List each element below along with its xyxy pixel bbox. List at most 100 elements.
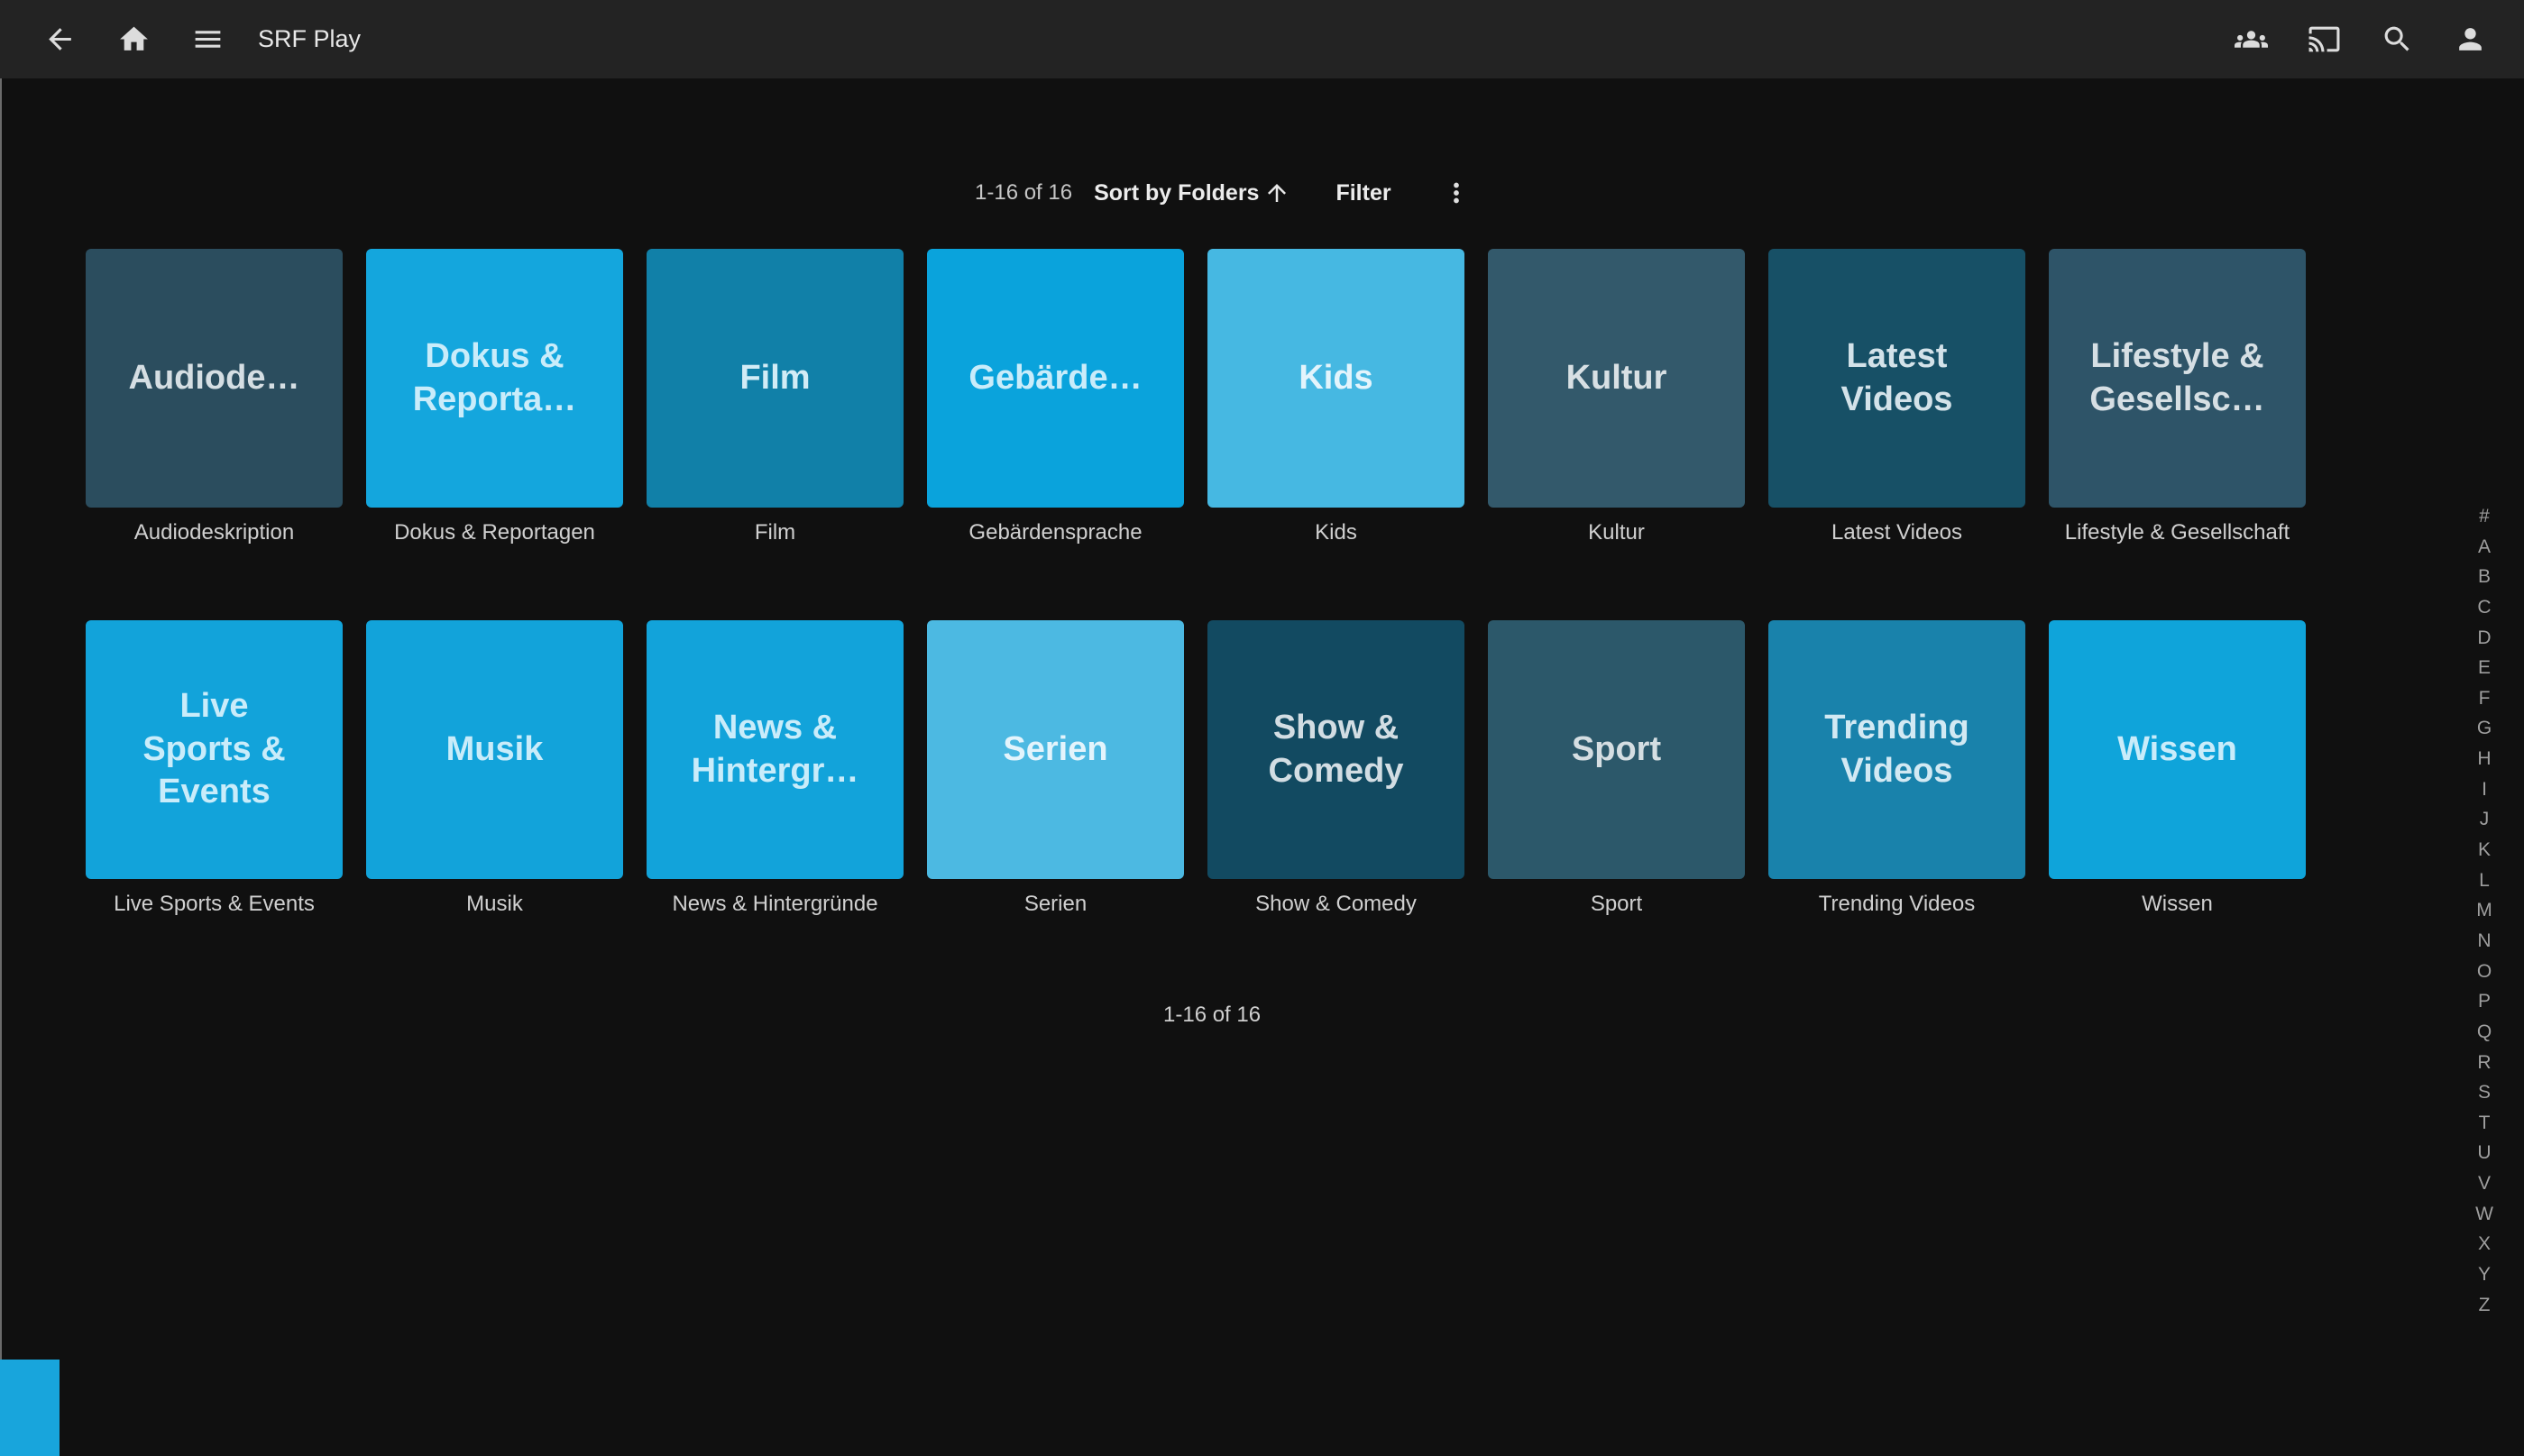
alphabet-letter[interactable]: J [2480,810,2490,829]
user-button[interactable] [2450,20,2490,60]
library-folder-cell: Lifestyle & Gesellsc… Lifestyle & Gesell… [2049,249,2306,547]
alphabet-letter[interactable]: Q [2477,1022,2492,1041]
hamburger-menu-icon [191,23,225,56]
alphabet-letter[interactable]: T [2479,1113,2491,1132]
header-right-group [2231,20,2490,60]
home-icon [117,23,151,56]
cast-button[interactable] [2304,20,2344,60]
folder-tile[interactable]: Audiode… [86,249,343,508]
search-button[interactable] [2377,20,2417,60]
folder-caption: Film [647,520,904,547]
groups-people-icon [2235,23,2268,56]
library-folder-cell: News & Hintergr… News & Hintergründe [647,620,904,919]
alphabet-letter[interactable]: Y [2478,1265,2491,1284]
library-controls-bar: 1-16 of 16 Sort by Folders Filter [975,168,1476,218]
folder-tile-label: Gebärde… [959,357,1151,400]
sort-button[interactable]: Sort by Folders [1094,179,1290,206]
sort-ascending-arrow-icon [1263,179,1290,206]
app-header: SRF Play [0,0,2524,78]
back-arrow-icon [43,23,77,56]
library-folder-cell: Dokus & Reporta… Dokus & Reportagen [366,249,623,547]
footer-paging-count: 1-16 of 16 [1163,1003,1261,1028]
folder-tile[interactable]: Gebärde… [927,249,1184,508]
folder-tile[interactable]: Serien [927,620,1184,879]
header-left-group: SRF Play [40,20,361,60]
alphabet-letter[interactable]: H [2477,749,2491,768]
window-edge-line [0,0,2,1456]
alphabet-letter[interactable]: V [2478,1174,2491,1193]
folder-caption: Kids [1207,520,1464,547]
alphabet-letter[interactable]: X [2478,1234,2491,1253]
folder-caption: Latest Videos [1768,520,2025,547]
folder-tile[interactable]: Latest Videos [1768,249,2025,508]
folder-tile-label: Show & Comedy [1260,707,1413,793]
alphabet-letter[interactable]: M [2476,901,2492,920]
folder-caption: Kultur [1488,520,1745,547]
folder-tile[interactable]: News & Hintergr… [647,620,904,879]
alphabet-letter[interactable]: G [2477,719,2492,737]
alphabet-letter[interactable]: R [2477,1053,2491,1072]
folder-tile-label: Film [730,357,819,400]
cast-icon [2308,23,2341,56]
alphabet-letter[interactable]: O [2477,962,2492,981]
menu-button[interactable] [188,20,227,60]
alphabet-letter[interactable]: D [2477,628,2491,647]
alphabet-letter[interactable]: F [2479,689,2491,708]
folder-tile-label: Lifestyle & Gesellsc… [2080,335,2273,422]
folder-tile[interactable]: Kids [1207,249,1464,508]
folder-tile-label: Sport [1563,728,1670,772]
folder-tile-label: Kultur [1557,357,1676,400]
folder-caption: Dokus & Reportagen [366,520,623,547]
folder-tile-label: Live Sports & Events [133,685,294,815]
syncplay-button[interactable] [2231,20,2271,60]
page-title: SRF Play [258,25,361,53]
library-folder-cell: Gebärde… Gebärdensprache [927,249,1184,547]
folder-tile[interactable]: Trending Videos [1768,620,2025,879]
alphabet-letter[interactable]: B [2478,567,2491,586]
folder-tile-label: Serien [994,728,1116,772]
folder-tile[interactable]: Lifestyle & Gesellsc… [2049,249,2306,508]
folder-tile[interactable]: Kultur [1488,249,1745,508]
alphabet-letter[interactable]: S [2478,1083,2491,1102]
sort-label: Sort by Folders [1094,180,1259,206]
library-folder-cell: Kids Kids [1207,249,1464,547]
folder-tile[interactable]: Wissen [2049,620,2306,879]
paging-count: 1-16 of 16 [975,180,1072,206]
alphabet-letter[interactable]: U [2477,1143,2491,1162]
library-folder-cell: Trending Videos Trending Videos [1768,620,2025,919]
folder-caption: Trending Videos [1768,892,2025,919]
folder-caption: Musik [366,892,623,919]
folder-tile[interactable]: Film [647,249,904,508]
user-person-icon [2454,23,2487,56]
filter-button[interactable]: Filter [1335,180,1390,206]
folder-caption: Show & Comedy [1207,892,1464,919]
library-folder-cell: Latest Videos Latest Videos [1768,249,2025,547]
folder-tile-label: Trending Videos [1815,707,1978,793]
alphabet-letter[interactable]: K [2478,840,2491,859]
back-button[interactable] [40,20,79,60]
alphabet-letter[interactable]: E [2478,658,2491,677]
folder-tile[interactable]: Sport [1488,620,1745,879]
alphabet-letter[interactable]: Z [2479,1296,2491,1314]
alphabet-scrubber: # ABCDEFGHIJKLMNOPQRSTUVWXYZ [2466,507,2502,1314]
folder-tile[interactable]: Dokus & Reporta… [366,249,623,508]
folder-tile[interactable]: Show & Comedy [1207,620,1464,879]
folder-tile[interactable]: Live Sports & Events [86,620,343,879]
search-icon [2381,23,2414,56]
more-options-button[interactable] [1436,173,1476,213]
scroll-indicator [0,1360,60,1456]
library-folder-cell: Serien Serien [927,620,1184,919]
alphabet-letter[interactable]: P [2478,992,2491,1011]
folder-caption: Gebärdensprache [927,520,1184,547]
folder-tile-label: News & Hintergr… [683,707,868,793]
alphabet-letter[interactable]: W [2475,1204,2493,1223]
alphabet-letter[interactable]: I [2482,780,2487,799]
library-folder-cell: Audiode… Audiodeskription [86,249,343,547]
alphabet-letter[interactable]: N [2477,931,2491,950]
alphabet-letter[interactable]: L [2479,871,2490,890]
home-button[interactable] [114,20,153,60]
alphabet-letter[interactable]: # [2479,507,2490,526]
alphabet-letter[interactable]: A [2478,537,2491,556]
folder-tile[interactable]: Musik [366,620,623,879]
alphabet-letter[interactable]: C [2477,598,2491,617]
